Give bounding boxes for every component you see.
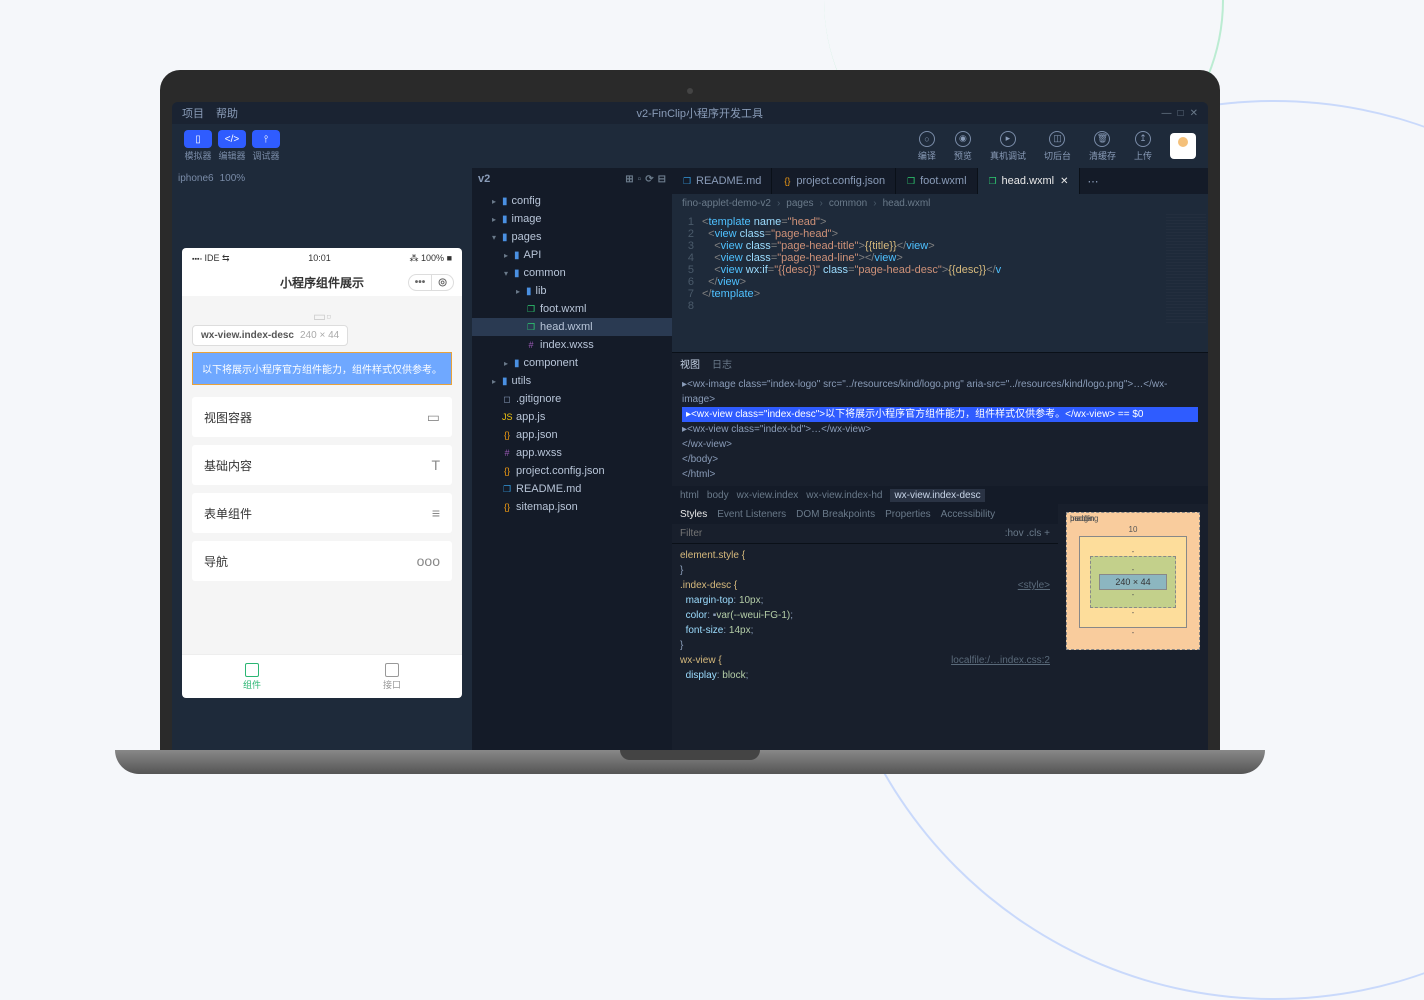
breadcrumb[interactable]: fino-applet-demo-v2›pages›common›head.wx… [672, 194, 1208, 212]
dom-tree[interactable]: ▸<wx-image class="index-logo" src="../re… [672, 373, 1208, 486]
tab-component[interactable]: 组件 [182, 655, 322, 698]
file-item[interactable]: {}sitemap.json [472, 498, 672, 516]
menu-help[interactable]: 帮助 [216, 105, 238, 121]
window-title: v2-FinClip小程序开发工具 [637, 105, 764, 121]
style-tab[interactable]: DOM Breakpoints [796, 509, 875, 520]
highlighted-element[interactable]: 以下将展示小程序官方组件能力，组件样式仅供参考。 [192, 352, 452, 385]
list-item[interactable]: 视图容器▭ [192, 397, 452, 437]
style-tab[interactable]: Styles [680, 509, 707, 520]
close-icon[interactable]: ✕ [1190, 108, 1198, 119]
folder-item[interactable]: ▾▮pages [472, 228, 672, 246]
list-item[interactable]: 基础内容T [192, 445, 452, 485]
file-tree: ▸▮config▸▮image▾▮pages▸▮API▾▮common▸▮lib… [472, 190, 672, 518]
sim-device[interactable]: iphone6 [178, 173, 214, 184]
folder-item[interactable]: ▸▮utils [472, 372, 672, 390]
editor-toggle[interactable]: </>编辑器 [218, 130, 246, 162]
new-file-icon[interactable]: ⊞ [625, 174, 633, 185]
breadcrumb-segment[interactable]: head.wxml [883, 198, 931, 209]
dom-path-segment[interactable]: body [707, 490, 729, 501]
dt-tab-console[interactable]: 日志 [712, 356, 732, 371]
phone-list: 视图容器▭ 基础内容T 表单组件≡ 导航ooo [192, 397, 452, 581]
css-rules[interactable]: element.style { } .index-desc {<style> m… [672, 544, 1058, 687]
phone-status-bar: ▪▪▪▫ IDE ⇆ 10:01 ⁂ 100% ■ [182, 248, 462, 268]
breadcrumb-segment[interactable]: fino-applet-demo-v2 [682, 198, 771, 209]
editor-panel: ❐README.md{}project.config.json❐foot.wxm… [672, 168, 1208, 762]
folder-item[interactable]: ▸▮image [472, 210, 672, 228]
remote-debug-button[interactable]: ▸真机调试 [990, 131, 1026, 162]
dom-path[interactable]: html body wx-view.index wx-view.index-hd wx-… [672, 486, 1208, 504]
dom-path-segment[interactable]: html [680, 490, 699, 501]
editor-tab[interactable]: ❐foot.wxml [896, 168, 977, 194]
folder-item[interactable]: ▸▮lib [472, 282, 672, 300]
file-tree-panel: v2 ⊞ ▫ ⟳ ⊟ ▸▮config▸▮image▾▮pages▸▮API▾▮… [472, 168, 672, 762]
laptop-frame: 项目 帮助 v2-FinClip小程序开发工具 — □ ✕ ▯模拟器 </>编辑… [160, 70, 1220, 790]
file-item[interactable]: {}app.json [472, 426, 672, 444]
toolbar: ▯模拟器 </>编辑器 ⫯调试器 ○编译 ◉预览 ▸真机调试 ◫切后台 🗑清缓存… [172, 124, 1208, 168]
code-editor[interactable]: 1<template name="head">2 <view class="pa… [672, 212, 1208, 352]
phone-nav-title: 小程序组件展示 •••◎ [182, 268, 462, 296]
phone-tabbar: 组件 接口 [182, 654, 462, 698]
dt-tab-wxml[interactable]: 视图 [680, 356, 700, 371]
file-item[interactable]: {}project.config.json [472, 462, 672, 480]
sim-zoom[interactable]: 100% [220, 173, 246, 184]
tab-api[interactable]: 接口 [322, 655, 462, 698]
preview-button[interactable]: ◉预览 [954, 131, 972, 162]
dom-path-segment[interactable]: wx-view.index [737, 490, 799, 501]
tree-root[interactable]: v2 [478, 173, 490, 185]
file-item[interactable]: #index.wxss [472, 336, 672, 354]
inspect-tooltip: wx-view.index-desc240 × 44 [192, 325, 348, 346]
editor-tab[interactable]: ❐head.wxml✕ [978, 168, 1080, 194]
file-item[interactable]: ❐README.md [472, 480, 672, 498]
minimap[interactable] [1166, 214, 1206, 324]
devtools: 视图 日志 ▸<wx-image class="index-logo" src=… [672, 352, 1208, 762]
breadcrumb-segment[interactable]: common [829, 198, 867, 209]
maximize-icon[interactable]: □ [1178, 108, 1184, 119]
minimize-icon[interactable]: — [1162, 108, 1172, 119]
capsule-button[interactable]: •••◎ [408, 274, 454, 291]
file-item[interactable]: ❐foot.wxml [472, 300, 672, 318]
list-item[interactable]: 导航ooo [192, 541, 452, 581]
file-item[interactable]: ◻.gitignore [472, 390, 672, 408]
file-item[interactable]: #app.wxss [472, 444, 672, 462]
refresh-icon[interactable]: ⟳ [645, 174, 653, 185]
list-item[interactable]: 表单组件≡ [192, 493, 452, 533]
style-tab[interactable]: Event Listeners [717, 509, 786, 520]
style-tab[interactable]: Properties [885, 509, 931, 520]
debugger-toggle[interactable]: ⫯调试器 [252, 130, 280, 162]
editor-tab[interactable]: {}project.config.json [772, 168, 896, 194]
camera-icon [687, 88, 693, 94]
simulator-toggle[interactable]: ▯模拟器 [184, 130, 212, 162]
collapse-icon[interactable]: ⊟ [658, 174, 666, 185]
tabs-more-icon[interactable]: ⋯ [1080, 168, 1107, 194]
switch-bg-button[interactable]: ◫切后台 [1044, 131, 1071, 162]
upload-button[interactable]: ↥上传 [1134, 131, 1152, 162]
folder-item[interactable]: ▾▮common [472, 264, 672, 282]
file-item[interactable]: JSapp.js [472, 408, 672, 426]
style-tab[interactable]: Accessibility [941, 509, 995, 520]
avatar[interactable] [1170, 133, 1196, 159]
breadcrumb-segment[interactable]: pages [786, 198, 813, 209]
dom-path-segment[interactable]: wx-view.index-desc [890, 489, 984, 502]
filter-controls[interactable]: :hov .cls + [1005, 528, 1050, 539]
folder-item[interactable]: ▸▮API [472, 246, 672, 264]
style-tabs: Styles Event Listeners DOM Breakpoints Prop… [672, 504, 1058, 524]
menu-project[interactable]: 项目 [182, 105, 204, 121]
phone-simulator: ▪▪▪▫ IDE ⇆ 10:01 ⁂ 100% ■ 小程序组件展示 •••◎ ▭… [182, 248, 462, 698]
dom-path-segment[interactable]: wx-view.index-hd [806, 490, 882, 501]
placeholder-icon: ▭▫ [192, 308, 452, 325]
editor-tabs: ❐README.md{}project.config.json❐foot.wxm… [672, 168, 1208, 194]
new-folder-icon[interactable]: ▫ [638, 174, 642, 185]
box-model: margin 10 border- padding- 240 × 44 - [1058, 504, 1208, 762]
folder-item[interactable]: ▸▮config [472, 192, 672, 210]
compile-button[interactable]: ○编译 [918, 131, 936, 162]
simulator-panel: iphone6 100% ▪▪▪▫ IDE ⇆ 10:01 ⁂ 100% ■ 小… [172, 168, 472, 762]
folder-item[interactable]: ▸▮component [472, 354, 672, 372]
editor-tab[interactable]: ❐README.md [672, 168, 772, 194]
clear-cache-button[interactable]: 🗑清缓存 [1089, 131, 1116, 162]
file-item[interactable]: ❐head.wxml [472, 318, 672, 336]
menubar: 项目 帮助 v2-FinClip小程序开发工具 — □ ✕ [172, 102, 1208, 124]
styles-filter-input[interactable] [680, 528, 812, 539]
window-controls[interactable]: — □ ✕ [1162, 108, 1198, 119]
